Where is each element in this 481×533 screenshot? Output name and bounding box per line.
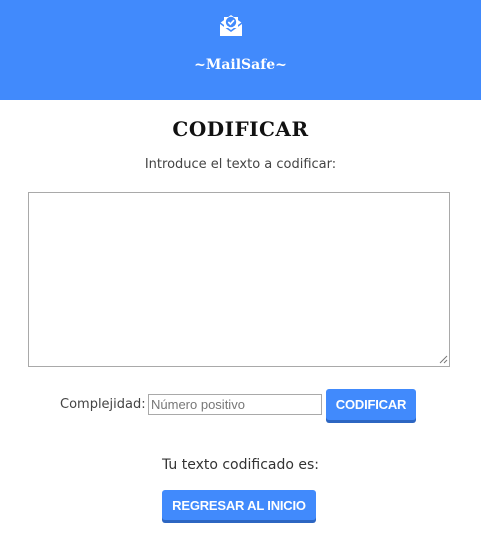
resize-grip-icon[interactable] bbox=[438, 354, 448, 364]
encode-button[interactable]: CODIFICAR bbox=[326, 389, 416, 420]
mail-check-icon bbox=[219, 15, 243, 36]
app-header: ~MailSafe~ bbox=[0, 0, 481, 100]
result-label: Tu texto codificado es: bbox=[161, 457, 320, 473]
complexity-label: Complejidad: bbox=[60, 397, 146, 412]
return-home-button[interactable]: REGRESAR AL INICIO bbox=[162, 490, 316, 520]
instruction-text: Introduce el texto a codificar: bbox=[144, 157, 337, 172]
complexity-input[interactable] bbox=[148, 394, 322, 415]
brand-name: ~MailSafe~ bbox=[194, 57, 287, 73]
text-to-encode-textarea[interactable] bbox=[28, 192, 450, 367]
page-title: CODIFICAR bbox=[172, 117, 309, 141]
